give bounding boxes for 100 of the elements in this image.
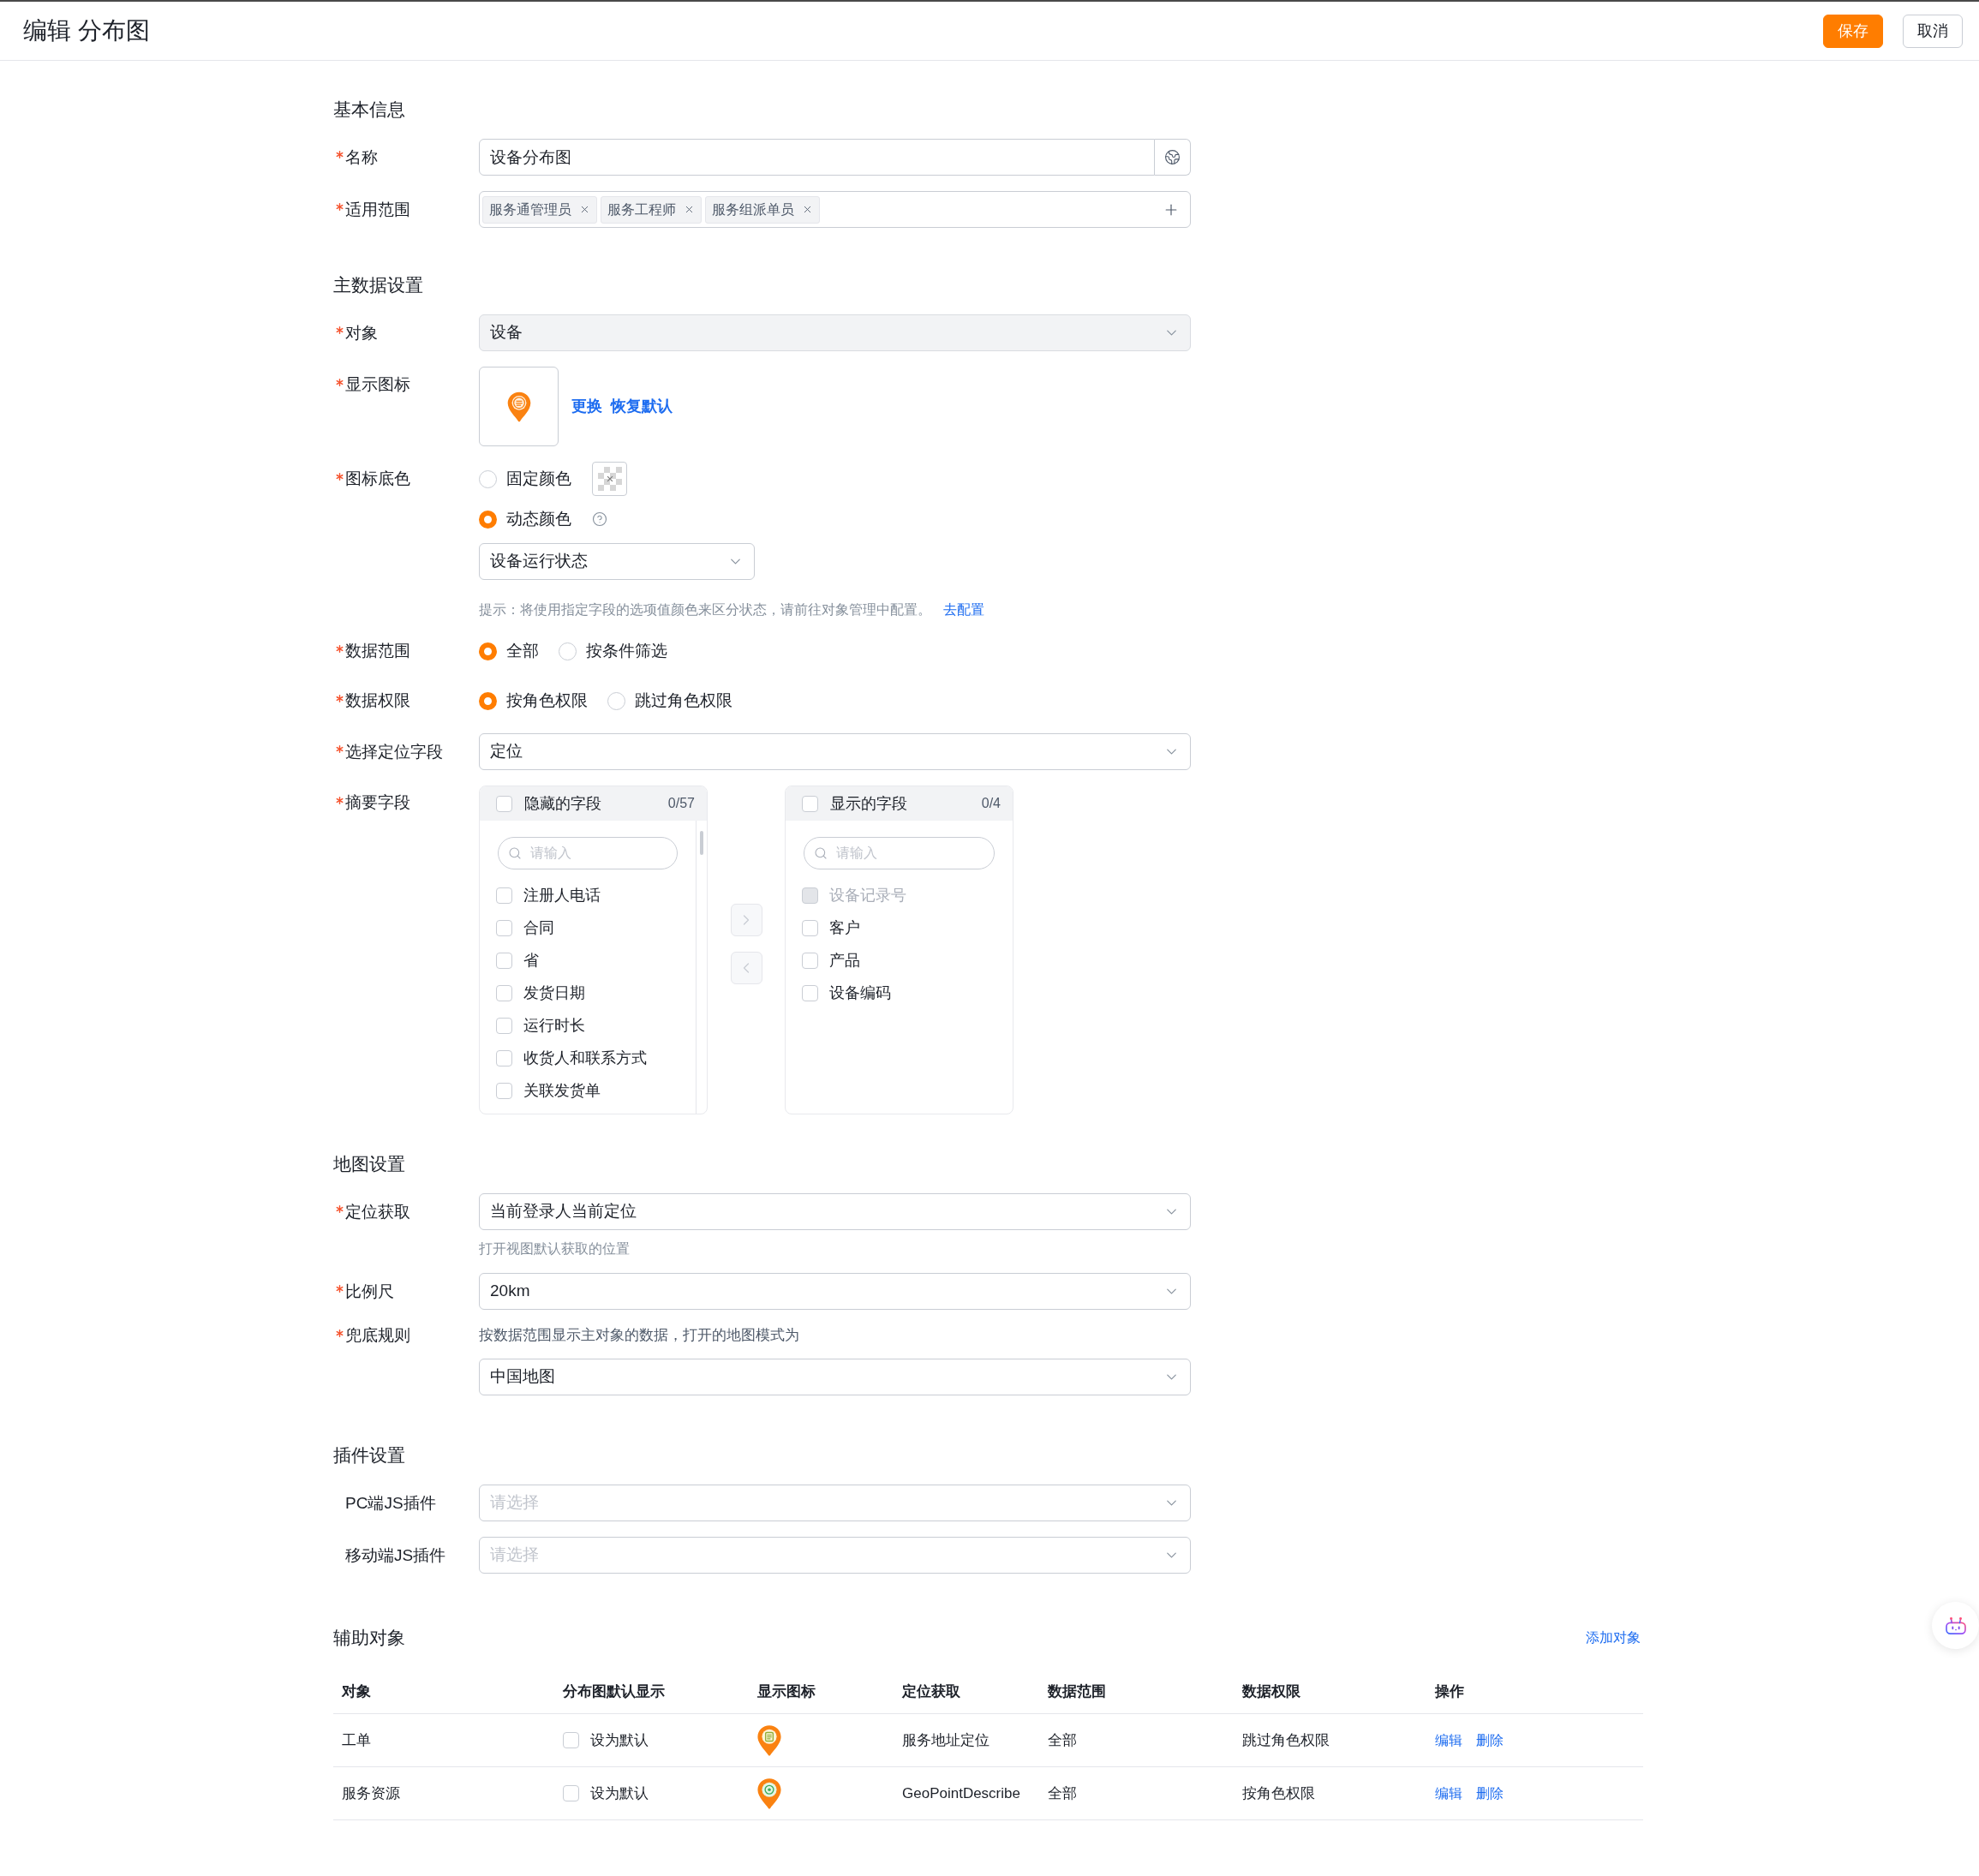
add-object-link[interactable]: 添加对象 (1586, 1628, 1641, 1648)
checkbox[interactable] (496, 887, 512, 904)
globe-button[interactable] (1155, 139, 1191, 176)
checkbox[interactable] (496, 1049, 512, 1066)
action-link[interactable]: 删除 (1476, 1730, 1504, 1751)
checkbox[interactable] (563, 1732, 579, 1748)
table-cell-text: 全部 (1047, 1783, 1078, 1803)
section-title: 主数据设置 (333, 274, 424, 296)
field-option-label[interactable]: 注册人电话 (523, 883, 601, 907)
select-field[interactable]: 中国地图 (479, 1359, 1191, 1395)
icon-action-link[interactable]: 更换 (571, 395, 602, 418)
select-field[interactable]: 当前登录人当前定位 (479, 1193, 1191, 1230)
field-label: 数据权限 (345, 690, 410, 711)
field-option-label[interactable]: 合同 (523, 916, 554, 940)
action-link[interactable]: 编辑 (1435, 1730, 1462, 1751)
field-option-label[interactable]: 产品 (829, 948, 860, 972)
search-icon (814, 846, 828, 860)
remove-icon[interactable] (579, 204, 590, 215)
checkbox[interactable] (496, 1017, 512, 1034)
name-input[interactable]: 设备分布图 (479, 139, 1155, 176)
cancel-button[interactable]: 取消 (1903, 14, 1963, 48)
table-cell-text: 按角色权限 (1241, 1783, 1316, 1803)
checkbox[interactable] (802, 795, 818, 812)
select-field[interactable]: 20km (479, 1273, 1191, 1310)
field-option-label[interactable]: 收货人和联系方式 (523, 1046, 647, 1070)
field-option-label[interactable]: 关联发货单 (523, 1078, 601, 1102)
search-input[interactable]: 请输入 (498, 837, 678, 869)
radio-label[interactable]: 固定颜色 (506, 466, 571, 492)
table-cell-text: 服务资源 (341, 1783, 401, 1803)
checkbox-label[interactable]: 设为默认 (590, 1782, 649, 1805)
scope-tag-input[interactable]: 服务通管理员 服务工程师 服务组派单员 (479, 191, 1191, 228)
help-icon[interactable] (592, 511, 607, 527)
field-option-label[interactable]: 运行时长 (523, 1013, 585, 1037)
checkbox[interactable] (563, 1785, 579, 1801)
checkbox[interactable] (802, 919, 818, 936)
field-label: 数据范围 (345, 641, 410, 661)
checkbox[interactable] (802, 952, 818, 969)
map-pin-icon (755, 1724, 784, 1757)
globe-icon (1164, 149, 1181, 165)
radio-button[interactable] (479, 642, 497, 660)
field-option-label[interactable]: 设备编码 (829, 981, 891, 1005)
field-label: 名称 (345, 146, 378, 168)
radio-button[interactable] (479, 510, 497, 529)
action-link[interactable]: 删除 (1476, 1783, 1504, 1804)
checkbox[interactable] (496, 795, 512, 812)
field-label: 比例尺 (345, 1281, 394, 1302)
field-label: 定位获取 (345, 1201, 410, 1222)
tag-label: 服务组派单员 (712, 200, 794, 218)
search-icon (508, 846, 522, 860)
field-description: 按数据范围显示主对象的数据，打开的地图模式为 (479, 1326, 800, 1345)
table-cell-text: 工单 (341, 1730, 372, 1750)
field-option-label[interactable]: 省 (523, 948, 539, 972)
field-option-label[interactable]: 客户 (829, 916, 860, 940)
radio-button[interactable] (607, 691, 625, 710)
table-header-cell-text: 对象 (340, 1682, 372, 1701)
search-input[interactable]: 请输入 (804, 837, 995, 869)
configure-link[interactable]: 去配置 (943, 601, 984, 618)
radio-label[interactable]: 按角色权限 (506, 688, 588, 714)
table-cell-text: 跳过角色权限 (1241, 1730, 1330, 1750)
panel-title: 显示的字段 (830, 793, 907, 814)
table-header-cell-text: 数据范围 (1047, 1682, 1107, 1701)
radio-label[interactable]: 动态颜色 (506, 506, 571, 532)
selected-count: 0/57 (667, 795, 695, 812)
checkbox[interactable] (802, 984, 818, 1001)
tag-label: 服务工程师 (607, 200, 676, 218)
radio-button[interactable] (479, 469, 497, 488)
field-label: 摘要字段 (345, 792, 410, 813)
panel-title: 隐藏的字段 (524, 793, 601, 814)
remove-icon[interactable] (802, 204, 813, 215)
checkbox[interactable] (496, 1082, 512, 1099)
table-header-cell-text: 显示图标 (756, 1682, 816, 1701)
table-header-cell-text: 分布图默认显示 (562, 1682, 666, 1701)
remove-icon[interactable] (684, 204, 695, 215)
color-picker-button[interactable] (592, 462, 627, 496)
checkbox[interactable] (496, 919, 512, 936)
field-label: 对象 (345, 322, 378, 344)
radio-label[interactable]: 按条件筛选 (586, 638, 667, 664)
selected-count: 0/4 (981, 795, 1001, 812)
field-option-label[interactable]: 发货日期 (523, 981, 585, 1005)
action-link[interactable]: 编辑 (1435, 1783, 1462, 1804)
icon-action-link[interactable]: 恢复默认 (611, 395, 673, 418)
scrollbar-thumb[interactable] (700, 831, 703, 855)
select-field[interactable]: 定位 (479, 733, 1191, 770)
select-field[interactable]: 设备运行状态 (479, 543, 755, 580)
checkbox-label[interactable]: 设为默认 (590, 1729, 649, 1752)
radio-button[interactable] (559, 642, 577, 660)
table-header-cell-text: 操作 (1433, 1682, 1465, 1701)
field-label: PC端JS插件 (345, 1492, 436, 1514)
radio-label[interactable]: 跳过角色权限 (635, 688, 732, 714)
section-title: 基本信息 (333, 99, 406, 121)
table-cell-text: GeoPointDescribe (901, 1783, 1021, 1803)
checkbox[interactable] (496, 952, 512, 969)
radio-label[interactable]: 全部 (506, 638, 539, 664)
field-hint: 打开视图默认获取的位置 (479, 1240, 631, 1258)
checkbox[interactable] (496, 984, 512, 1001)
field-label: 显示图标 (345, 374, 410, 395)
table-header-cell-text: 数据权限 (1241, 1682, 1301, 1701)
radio-button[interactable] (479, 691, 497, 710)
map-pin-icon (755, 1777, 784, 1810)
table-cell-text: 全部 (1047, 1730, 1078, 1750)
